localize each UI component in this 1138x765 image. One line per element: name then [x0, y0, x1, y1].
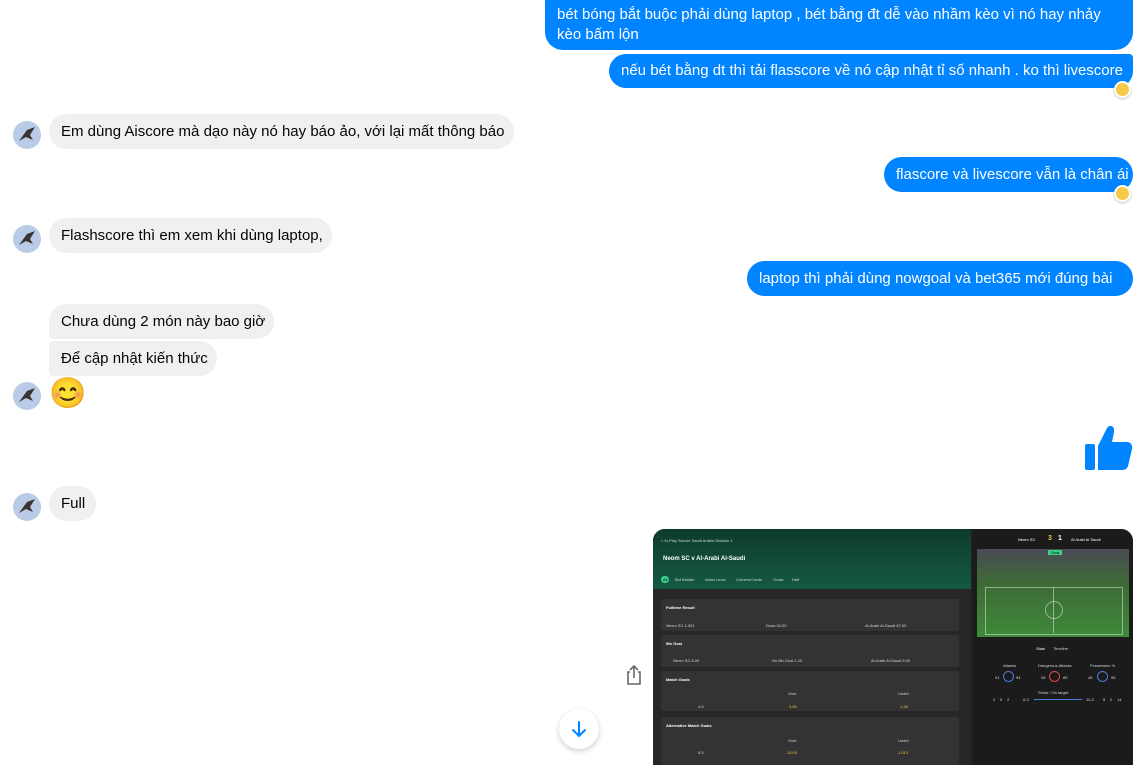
- odds-cell: Al-Arabi Al-Saudi 6.00: [871, 658, 911, 663]
- reaction-emoji-icon[interactable]: [1114, 81, 1131, 98]
- stat-value: 0-3: [1023, 697, 1029, 702]
- section-title: 5th Goal: [666, 641, 683, 646]
- col-header: Under: [898, 738, 909, 743]
- emoji-message[interactable]: 😊: [49, 376, 86, 412]
- arrow-down-icon: [572, 721, 586, 738]
- stat-value: 89: [1063, 675, 1068, 680]
- card-count: 2: [1007, 697, 1010, 702]
- stat-value: 94: [1016, 675, 1021, 680]
- home-score: 3: [1048, 535, 1052, 542]
- tab-asian-lines: Asian Lines: [705, 577, 726, 582]
- card-count: 2: [1110, 697, 1113, 702]
- stat-label: Possession %: [1090, 663, 1116, 668]
- odds-cell: Neom SC 1.001: [666, 623, 695, 628]
- outgoing-message[interactable]: laptop thì phải dùng nowgoal và bet365 m…: [747, 261, 1133, 296]
- incoming-message[interactable]: Để cập nhật kiến thức: [49, 341, 217, 376]
- stat-value: 10-2: [1086, 697, 1095, 702]
- col-header: Over: [788, 738, 797, 743]
- tab-goals: Goals: [773, 577, 784, 582]
- section-title: Fulltime Result: [666, 605, 695, 610]
- tab-corners: Corners/Cards: [736, 577, 763, 582]
- avatar[interactable]: [13, 493, 41, 521]
- message-text: Full: [61, 494, 86, 512]
- message-text: laptop thì phải dùng nowgoal và bet365 m…: [759, 269, 1113, 287]
- section-title: Match Goals: [666, 677, 690, 682]
- shots-bar: [1034, 699, 1082, 700]
- odds-cell: Neom SC 6.00: [673, 658, 700, 663]
- avatar-bird: [19, 388, 35, 402]
- tab-stats: Stats: [1036, 646, 1046, 651]
- message-text: bét bóng bắt buộc phải dùng laptop , bét…: [557, 6, 1101, 23]
- betting-panel: < In-Play Soccer Saudi Arabia Division 1…: [653, 529, 971, 765]
- odds-cell: 13.00: [787, 750, 798, 755]
- stat-ring: [1003, 671, 1014, 682]
- stat-ring: [1097, 671, 1108, 682]
- stat-value: 55: [1111, 675, 1116, 680]
- stat-value: 45: [1088, 675, 1093, 680]
- message-text: nếu bét bằng dt thì tải flasscore về nó …: [621, 62, 1123, 79]
- odds-cell: Draw 34.00: [766, 623, 787, 628]
- scroll-to-bottom-button[interactable]: [559, 709, 599, 749]
- odds-cell: 5.5: [698, 750, 704, 755]
- thumbs-up-icon[interactable]: [1083, 422, 1135, 474]
- message-text: Flashscore thì em xem khi dùng laptop,: [61, 226, 323, 244]
- home-team: Neom SC: [1018, 537, 1036, 542]
- avatar[interactable]: [13, 382, 41, 410]
- tab-half: Half: [792, 577, 800, 582]
- stat-label: Dangerous Attacks: [1038, 663, 1072, 668]
- card-count: 14: [1117, 697, 1122, 702]
- message-text: Chưa dùng 2 món này bao giờ: [61, 312, 266, 330]
- breadcrumb: < In-Play Soccer Saudi Arabia Division 1: [661, 538, 733, 543]
- tab-bet-builder: Bet Builder: [675, 577, 695, 582]
- incoming-message[interactable]: Flashscore thì em xem khi dùng laptop,: [49, 218, 332, 253]
- image-attachment[interactable]: < In-Play Soccer Saudi Arabia Division 1…: [653, 529, 1133, 765]
- odds-cell: 1.26: [900, 704, 908, 709]
- card-count: 2: [993, 697, 996, 702]
- avatar[interactable]: [13, 121, 41, 149]
- avatar-bird: [19, 127, 35, 141]
- outgoing-message[interactable]: nếu bét bằng dt thì tải flasscore về nó …: [609, 54, 1133, 88]
- outgoing-message[interactable]: flascore và livescore vẫn là chân ái: [884, 157, 1133, 192]
- card-count: 0: [1000, 697, 1003, 702]
- message-text: Để cập nhật kiến thức: [61, 349, 208, 367]
- col-header: Over: [788, 691, 797, 696]
- away-team: Al Arabi Al Saudi: [1071, 537, 1101, 542]
- message-text: kèo bấm lộn: [557, 26, 639, 43]
- stat-value: 91: [995, 675, 1000, 680]
- match-title: Neom SC v Al-Arabi Al-Saudi: [663, 556, 746, 562]
- incoming-message[interactable]: Chưa dùng 2 món này bao giờ: [49, 304, 274, 339]
- away-score: 1: [1058, 535, 1062, 542]
- avatar-bird: [19, 499, 35, 513]
- stat-label: Attacks: [1003, 663, 1017, 668]
- section-title: Alternative Match Goals: [666, 723, 712, 728]
- tab-timeline: Timeline: [1053, 646, 1068, 651]
- avatar[interactable]: [13, 225, 41, 253]
- col-header: Under: [898, 691, 909, 696]
- stat-ring: [1049, 671, 1060, 682]
- card-count: 5: [1103, 697, 1106, 702]
- pitch-view: [977, 549, 1129, 637]
- share-icon[interactable]: [624, 664, 644, 686]
- odds-cell: 1.013: [898, 750, 909, 755]
- odds-cell: 4.5: [698, 704, 704, 709]
- odds-cell: No 5th Goal 1.20: [772, 658, 803, 663]
- stat-value: 28: [1041, 675, 1046, 680]
- odds-cell: Al-Arabi Al-Saudi 67.00: [865, 623, 907, 628]
- odds-cell: 3.60: [789, 704, 797, 709]
- incoming-message[interactable]: Full: [49, 486, 96, 521]
- message-text: flascore và livescore vẫn là chân ái: [896, 165, 1129, 183]
- incoming-message[interactable]: Em dùng Aiscore mà dạo này nó hay báo ảo…: [49, 114, 514, 149]
- reaction-emoji-icon[interactable]: [1114, 185, 1131, 202]
- outgoing-message[interactable]: bét bóng bắt buộc phải dùng laptop , bét…: [545, 0, 1133, 50]
- avatar-bird: [19, 231, 35, 245]
- stat-label: Shots / On target: [1038, 690, 1069, 695]
- message-text: Em dùng Aiscore mà dạo này nó hay báo ảo…: [61, 122, 505, 140]
- status-badge: Goal: [1048, 550, 1063, 555]
